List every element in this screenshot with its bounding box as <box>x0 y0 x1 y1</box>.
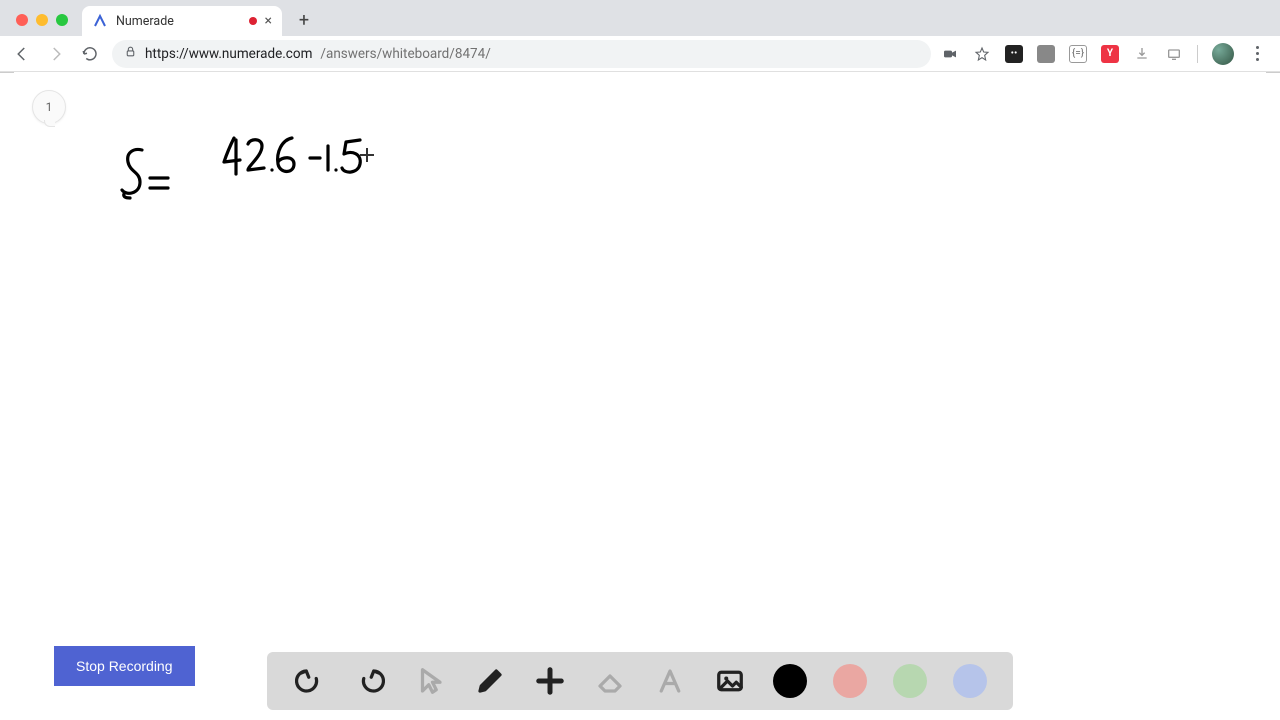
ext-icon-3[interactable]: {=} <box>1069 45 1087 63</box>
ext-icon-5[interactable] <box>1133 45 1151 63</box>
tab-close-button[interactable]: × <box>265 14 272 28</box>
stop-recording-button[interactable]: Stop Recording <box>54 646 195 686</box>
color-black[interactable] <box>773 664 807 698</box>
reload-button[interactable] <box>78 42 102 66</box>
add-tool[interactable] <box>533 664 567 698</box>
undo-button[interactable] <box>293 664 327 698</box>
color-blue[interactable] <box>953 664 987 698</box>
whiteboard-canvas[interactable]: 1 Sto <box>14 72 1266 720</box>
whiteboard-toolbar <box>267 652 1013 710</box>
profile-avatar[interactable] <box>1212 43 1234 65</box>
back-button[interactable] <box>10 42 34 66</box>
page-number-badge[interactable]: 1 <box>32 90 66 124</box>
browser-chrome: Numerade × + https://www.numerade.com/an… <box>0 0 1280 73</box>
url-path: /answers/whiteboard/8474/ <box>320 46 490 62</box>
extension-icons: •• {=} Y <box>941 43 1270 65</box>
camera-icon[interactable] <box>941 45 959 63</box>
ink-stroke-s-equals <box>116 144 186 208</box>
ext-icon-6[interactable] <box>1165 45 1183 63</box>
url-host: https://www.numerade.com <box>145 46 312 62</box>
color-green[interactable] <box>893 664 927 698</box>
pen-tool[interactable] <box>473 664 507 698</box>
ext-icon-1[interactable]: •• <box>1005 45 1023 63</box>
browser-menu-button[interactable] <box>1248 46 1266 61</box>
color-red[interactable] <box>833 664 867 698</box>
titlebar: Numerade × + <box>0 0 1280 36</box>
forward-button[interactable] <box>44 42 68 66</box>
close-window-button[interactable] <box>16 14 28 26</box>
pointer-tool[interactable] <box>413 664 447 698</box>
tab-title: Numerade <box>116 14 174 29</box>
text-tool[interactable] <box>653 664 687 698</box>
window-controls <box>10 14 76 36</box>
ext-icon-4[interactable]: Y <box>1101 45 1119 63</box>
redo-button[interactable] <box>353 664 387 698</box>
minimize-window-button[interactable] <box>36 14 48 26</box>
stop-recording-label: Stop Recording <box>76 658 173 674</box>
maximize-window-button[interactable] <box>56 14 68 26</box>
eraser-tool[interactable] <box>593 664 627 698</box>
bookmark-star-icon[interactable] <box>973 45 991 63</box>
new-tab-button[interactable]: + <box>290 6 318 34</box>
image-tool[interactable] <box>713 664 747 698</box>
tab-favicon <box>92 13 108 29</box>
drawing-cursor-icon <box>360 148 374 162</box>
recording-indicator-icon <box>249 17 257 25</box>
ext-icon-2[interactable] <box>1037 45 1055 63</box>
browser-tab[interactable]: Numerade × <box>82 6 282 36</box>
lock-icon <box>124 45 137 62</box>
separator <box>1197 45 1198 63</box>
url-input[interactable]: https://www.numerade.com/answers/whitebo… <box>112 40 931 68</box>
address-bar: https://www.numerade.com/answers/whitebo… <box>0 36 1280 72</box>
page-number: 1 <box>46 100 53 114</box>
